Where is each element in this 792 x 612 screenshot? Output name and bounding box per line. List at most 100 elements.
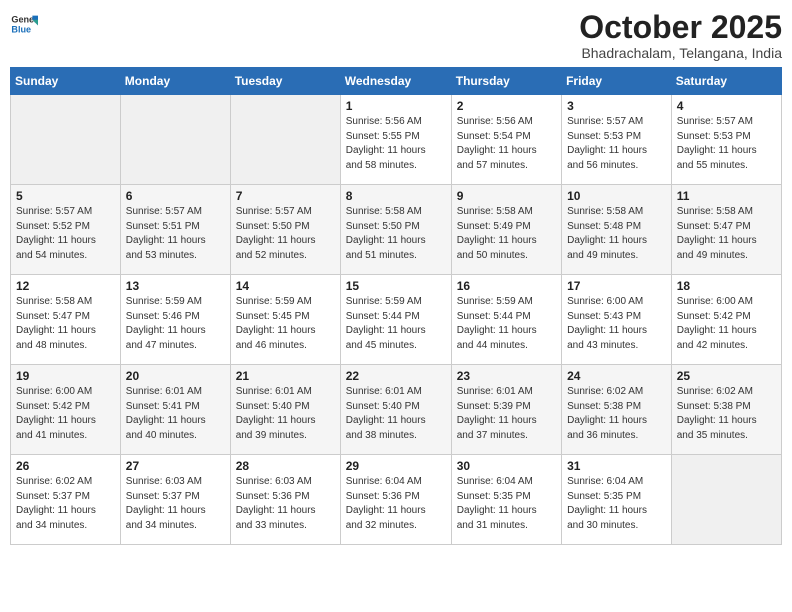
day-cell: 6Sunrise: 5:57 AM Sunset: 5:51 PM Daylig… — [120, 185, 230, 275]
day-cell: 28 Sunrise: 6:03 AM Sunset: 5:36 PM Dayli… — [230, 455, 340, 545]
day-cell: 18 Sunrise: 6:00 AM Sunset: 5:42 PM Dayli… — [671, 275, 781, 365]
day-info: Sunrise: 6:00 AM Sunset: 5:42 PM Dayligh… — [677, 295, 776, 353]
day-info: Sunrise: 5:59 AM Sunset: 5:44 PM Dayligh… — [457, 295, 556, 353]
day-cell: 24Sunrise: 6:02 AM Sunset: 5:38 PM Dayli… — [562, 365, 672, 455]
day-number: 31 — [567, 459, 666, 473]
day-info: Sunrise: 6:03 AM Sunset: 5:37 PM Dayligh… — [126, 475, 225, 533]
header-day-wednesday: Wednesday — [340, 68, 451, 95]
day-info: Sunrise: 5:59 AM Sunset: 5:46 PM Dayligh… — [126, 295, 225, 353]
day-number: 20 — [126, 369, 225, 383]
title-block: October 2025 Bhadrachalam, Telangana, In… — [579, 10, 782, 61]
day-info: Sunrise: 6:02 AM Sunset: 5:38 PM Dayligh… — [677, 385, 776, 443]
day-cell: 20 Sunrise: 6:01 AM Sunset: 5:41 PM Dayli… — [120, 365, 230, 455]
day-number: 8 — [346, 189, 446, 203]
day-info: Sunrise: 5:58 AM Sunset: 5:50 PM Dayligh… — [346, 205, 446, 263]
header-day-thursday: Thursday — [451, 68, 561, 95]
day-info: Sunrise: 6:00 AM Sunset: 5:43 PM Dayligh… — [567, 295, 666, 353]
day-cell: 26 Sunrise: 6:02 AM Sunset: 5:37 PM Dayli… — [11, 455, 121, 545]
day-info: Sunrise: 5:57 AM Sunset: 5:53 PM Dayligh… — [677, 115, 776, 173]
day-number: 28 — [236, 459, 335, 473]
day-number: 21 — [236, 369, 335, 383]
calendar-table: SundayMondayTuesdayWednesdayThursdayFrid… — [10, 67, 782, 545]
day-info: Sunrise: 6:01 AM Sunset: 5:41 PM Dayligh… — [126, 385, 225, 443]
day-cell: 22Sunrise: 6:01 AM Sunset: 5:40 PM Dayli… — [340, 365, 451, 455]
day-info: Sunrise: 5:57 AM Sunset: 5:50 PM Dayligh… — [236, 205, 335, 263]
day-info: Sunrise: 6:02 AM Sunset: 5:37 PM Dayligh… — [16, 475, 115, 533]
day-number: 26 — [16, 459, 115, 473]
day-cell: 7 Sunrise: 5:57 AM Sunset: 5:50 PM Daylig… — [230, 185, 340, 275]
day-cell: 12Sunrise: 5:58 AM Sunset: 5:47 PM Dayli… — [11, 275, 121, 365]
day-cell: 19Sunrise: 6:00 AM Sunset: 5:42 PM Dayli… — [11, 365, 121, 455]
day-cell: 11 Sunrise: 5:58 AM Sunset: 5:47 PM Dayli… — [671, 185, 781, 275]
day-cell: 21 Sunrise: 6:01 AM Sunset: 5:40 PM Dayli… — [230, 365, 340, 455]
header-day-saturday: Saturday — [671, 68, 781, 95]
logo: General Blue — [10, 10, 38, 38]
day-info: Sunrise: 6:04 AM Sunset: 5:35 PM Dayligh… — [457, 475, 556, 533]
day-number: 25 — [677, 369, 776, 383]
day-info: Sunrise: 5:58 AM Sunset: 5:48 PM Dayligh… — [567, 205, 666, 263]
header-day-tuesday: Tuesday — [230, 68, 340, 95]
day-number: 6 — [126, 189, 225, 203]
day-cell: 30 Sunrise: 6:04 AM Sunset: 5:35 PM Dayli… — [451, 455, 561, 545]
day-info: Sunrise: 6:01 AM Sunset: 5:40 PM Dayligh… — [236, 385, 335, 443]
header-row: SundayMondayTuesdayWednesdayThursdayFrid… — [11, 68, 782, 95]
day-number: 16 — [457, 279, 556, 293]
day-cell: 2 Sunrise: 5:56 AM Sunset: 5:54 PM Daylig… — [451, 95, 561, 185]
logo-icon: General Blue — [10, 10, 38, 38]
day-number: 15 — [346, 279, 446, 293]
day-cell: 14Sunrise: 5:59 AM Sunset: 5:45 PM Dayli… — [230, 275, 340, 365]
day-number: 7 — [236, 189, 335, 203]
header-day-friday: Friday — [562, 68, 672, 95]
day-cell: 3 Sunrise: 5:57 AM Sunset: 5:53 PM Daylig… — [562, 95, 672, 185]
day-info: Sunrise: 5:59 AM Sunset: 5:45 PM Dayligh… — [236, 295, 335, 353]
day-number: 11 — [677, 189, 776, 203]
day-cell: 8 Sunrise: 5:58 AM Sunset: 5:50 PM Daylig… — [340, 185, 451, 275]
day-info: Sunrise: 6:03 AM Sunset: 5:36 PM Dayligh… — [236, 475, 335, 533]
day-info: Sunrise: 6:00 AM Sunset: 5:42 PM Dayligh… — [16, 385, 115, 443]
svg-text:Blue: Blue — [11, 24, 31, 34]
day-number: 27 — [126, 459, 225, 473]
day-number: 23 — [457, 369, 556, 383]
week-row-1: 5Sunrise: 5:57 AM Sunset: 5:52 PM Daylig… — [11, 185, 782, 275]
day-number: 30 — [457, 459, 556, 473]
day-info: Sunrise: 5:56 AM Sunset: 5:55 PM Dayligh… — [346, 115, 446, 173]
day-number: 17 — [567, 279, 666, 293]
calendar-title: October 2025 — [579, 10, 782, 45]
day-cell: 25 Sunrise: 6:02 AM Sunset: 5:38 PM Dayli… — [671, 365, 781, 455]
day-cell — [671, 455, 781, 545]
day-cell: 16 Sunrise: 5:59 AM Sunset: 5:44 PM Dayli… — [451, 275, 561, 365]
day-info: Sunrise: 6:01 AM Sunset: 5:40 PM Dayligh… — [346, 385, 446, 443]
day-number: 3 — [567, 99, 666, 113]
day-cell — [11, 95, 121, 185]
day-number: 4 — [677, 99, 776, 113]
day-number: 10 — [567, 189, 666, 203]
day-cell: 1 Sunrise: 5:56 AM Sunset: 5:55 PM Daylig… — [340, 95, 451, 185]
day-cell: 13Sunrise: 5:59 AM Sunset: 5:46 PM Dayli… — [120, 275, 230, 365]
day-cell: 31Sunrise: 6:04 AM Sunset: 5:35 PM Dayli… — [562, 455, 672, 545]
day-number: 1 — [346, 99, 446, 113]
calendar-header: General Blue October 2025 Bhadrachalam, … — [10, 10, 782, 61]
calendar-subtitle: Bhadrachalam, Telangana, India — [579, 45, 782, 61]
day-cell: 15 Sunrise: 5:59 AM Sunset: 5:44 PM Dayli… — [340, 275, 451, 365]
day-info: Sunrise: 6:04 AM Sunset: 5:36 PM Dayligh… — [346, 475, 446, 533]
day-cell: 10 Sunrise: 5:58 AM Sunset: 5:48 PM Dayli… — [562, 185, 672, 275]
week-row-0: 1 Sunrise: 5:56 AM Sunset: 5:55 PM Daylig… — [11, 95, 782, 185]
day-info: Sunrise: 5:58 AM Sunset: 5:49 PM Dayligh… — [457, 205, 556, 263]
day-info: Sunrise: 5:57 AM Sunset: 5:53 PM Dayligh… — [567, 115, 666, 173]
day-cell: 27 Sunrise: 6:03 AM Sunset: 5:37 PM Dayli… — [120, 455, 230, 545]
day-cell: 17 Sunrise: 6:00 AM Sunset: 5:43 PM Dayli… — [562, 275, 672, 365]
week-row-3: 19Sunrise: 6:00 AM Sunset: 5:42 PM Dayli… — [11, 365, 782, 455]
day-info: Sunrise: 5:56 AM Sunset: 5:54 PM Dayligh… — [457, 115, 556, 173]
day-cell — [230, 95, 340, 185]
day-cell: 9Sunrise: 5:58 AM Sunset: 5:49 PM Daylig… — [451, 185, 561, 275]
day-info: Sunrise: 5:57 AM Sunset: 5:52 PM Dayligh… — [16, 205, 115, 263]
day-number: 18 — [677, 279, 776, 293]
day-number: 2 — [457, 99, 556, 113]
day-cell: 4 Sunrise: 5:57 AM Sunset: 5:53 PM Daylig… — [671, 95, 781, 185]
day-number: 24 — [567, 369, 666, 383]
day-info: Sunrise: 5:58 AM Sunset: 5:47 PM Dayligh… — [677, 205, 776, 263]
header-day-sunday: Sunday — [11, 68, 121, 95]
day-number: 29 — [346, 459, 446, 473]
day-info: Sunrise: 5:59 AM Sunset: 5:44 PM Dayligh… — [346, 295, 446, 353]
day-cell: 5Sunrise: 5:57 AM Sunset: 5:52 PM Daylig… — [11, 185, 121, 275]
